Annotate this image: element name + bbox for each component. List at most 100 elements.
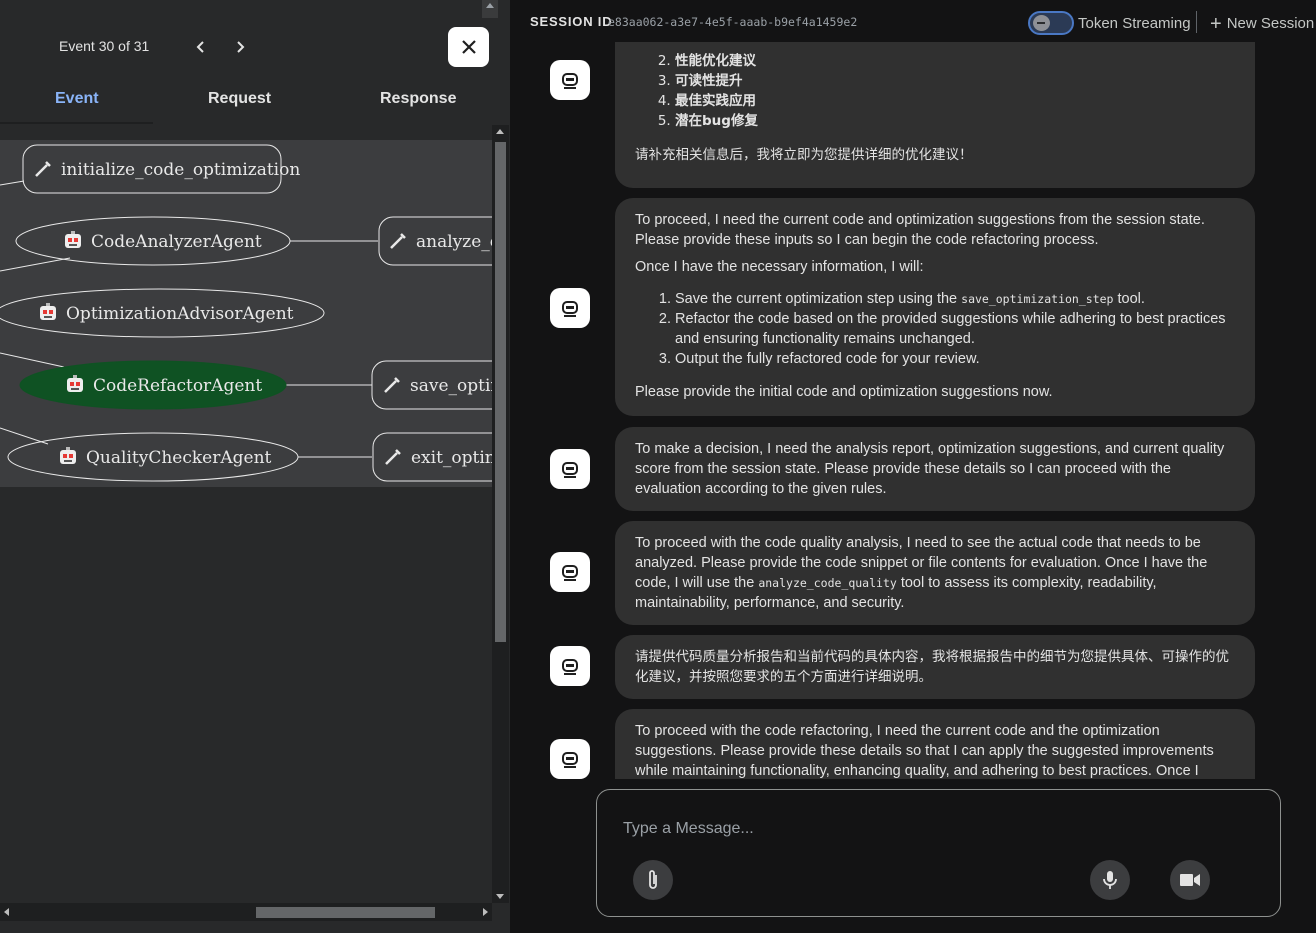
agent-graph: initialize_code_optimization CodeAnalyze… bbox=[0, 140, 492, 487]
bot-avatar bbox=[550, 60, 590, 100]
graph-node-exit[interactable]: exit_optim bbox=[372, 432, 492, 482]
graph-node-label: exit_optim bbox=[411, 448, 492, 468]
message-bubble: To proceed, I need the current code and … bbox=[615, 198, 1255, 416]
message-input[interactable]: Type a Message... bbox=[623, 820, 754, 838]
microphone-icon bbox=[1103, 871, 1117, 889]
graph-node-analyze[interactable]: analyze_c bbox=[378, 216, 492, 266]
message-list: 性能优化建议 可读性提升 最佳实践应用 潜在bug修复 请补充相关信息后，我将立… bbox=[510, 42, 1316, 779]
event-tabs: Event Request Response bbox=[0, 78, 510, 124]
chat-panel: SESSION ID e83aa062-a3e7-4e5f-aaab-b9ef4… bbox=[510, 0, 1316, 933]
graph-node-quality-checker[interactable]: QualityCheckerAgent bbox=[7, 432, 299, 482]
graph-node-label: OptimizationAdvisorAgent bbox=[66, 304, 294, 324]
token-streaming-toggle[interactable] bbox=[1028, 11, 1074, 35]
wrench-icon bbox=[35, 161, 51, 177]
message-bubble: 性能优化建议 可读性提升 最佳实践应用 潜在bug修复 请补充相关信息后，我将立… bbox=[615, 42, 1255, 188]
scroll-up-arrow[interactable] bbox=[496, 129, 504, 134]
graph-node-label: analyze_c bbox=[416, 232, 492, 252]
robot-icon bbox=[40, 303, 56, 320]
graph-edge bbox=[0, 180, 25, 186]
attach-button[interactable] bbox=[633, 860, 673, 900]
tab-event[interactable]: Event bbox=[55, 90, 99, 108]
graph-edge bbox=[0, 257, 71, 272]
event-counter: Event 30 of 31 bbox=[59, 38, 150, 54]
graph-vertical-scrollbar[interactable] bbox=[492, 125, 509, 903]
graph-node-code-analyzer[interactable]: CodeAnalyzerAgent bbox=[15, 216, 291, 266]
bot-icon bbox=[562, 659, 578, 675]
next-event-button[interactable] bbox=[229, 36, 251, 58]
bot-avatar bbox=[550, 288, 590, 328]
message-text: To make a decision, I need the analysis … bbox=[635, 441, 1225, 497]
bot-icon bbox=[562, 752, 578, 768]
bot-icon bbox=[562, 565, 578, 581]
top-scroll-arrow[interactable] bbox=[482, 0, 498, 18]
bot-avatar bbox=[550, 646, 590, 686]
scrollbar-thumb[interactable] bbox=[256, 907, 435, 918]
message-text: 请提供代码质量分析报告和当前代码的具体内容，我将根据报告中的细节为您提供具体、可… bbox=[635, 649, 1229, 685]
bot-icon bbox=[562, 462, 578, 478]
prev-event-button[interactable] bbox=[190, 36, 212, 58]
new-session-button[interactable]: + New Session bbox=[1210, 13, 1314, 36]
chevron-right-icon bbox=[237, 41, 245, 53]
paperclip-icon bbox=[649, 870, 657, 889]
session-id-value: e83aa062-a3e7-4e5f-aaab-b9ef4a1459e2 bbox=[608, 15, 858, 29]
message-bubble: To make a decision, I need the analysis … bbox=[615, 427, 1255, 511]
list-item: 可读性提升 bbox=[675, 71, 1235, 91]
wrench-icon bbox=[390, 233, 406, 249]
message-bubble: To proceed with the code refactoring, I … bbox=[615, 709, 1255, 779]
toggle-off-icon bbox=[1037, 22, 1045, 24]
video-button[interactable] bbox=[1170, 860, 1210, 900]
token-streaming-label: Token Streaming bbox=[1078, 15, 1191, 32]
wrench-icon bbox=[385, 449, 401, 465]
message-text: Once I have the necessary information, I… bbox=[635, 259, 924, 275]
graph-node-initialize[interactable]: initialize_code_optimization bbox=[22, 144, 300, 194]
list-item: Refactor the code based on the provided … bbox=[675, 309, 1235, 349]
graph-node-label: CodeRefactorAgent bbox=[93, 376, 262, 396]
message-bubble: To proceed with the code quality analysi… bbox=[615, 521, 1255, 625]
graph-node-label: initialize_code_optimization bbox=[61, 160, 300, 180]
message-text: To proceed with the code refactoring, I … bbox=[635, 723, 1214, 779]
tab-request[interactable]: Request bbox=[208, 90, 271, 108]
microphone-button[interactable] bbox=[1090, 860, 1130, 900]
bot-icon bbox=[562, 301, 578, 317]
bot-avatar bbox=[550, 449, 590, 489]
event-panel: Event 30 of 31 Event Request Response in… bbox=[0, 0, 510, 933]
bot-avatar bbox=[550, 739, 590, 779]
graph-node-label: save_optim bbox=[410, 376, 492, 396]
list-item: Output the fully refactored code for you… bbox=[675, 349, 1235, 369]
header-divider bbox=[1196, 11, 1197, 33]
graph-horizontal-scrollbar[interactable] bbox=[0, 903, 492, 921]
scroll-left-arrow[interactable] bbox=[4, 908, 9, 916]
graph-edge bbox=[0, 352, 65, 368]
session-id-label: SESSION ID bbox=[530, 14, 613, 29]
graph-node-save[interactable]: save_optim bbox=[371, 360, 492, 410]
graph-node-label: CodeAnalyzerAgent bbox=[91, 232, 262, 252]
scrollbar-thumb[interactable] bbox=[495, 142, 506, 642]
scroll-right-arrow[interactable] bbox=[483, 908, 488, 916]
graph-node-optimization-advisor[interactable]: OptimizationAdvisorAgent bbox=[0, 288, 325, 338]
close-button[interactable] bbox=[448, 27, 489, 67]
new-session-label: New Session bbox=[1226, 15, 1315, 32]
close-icon bbox=[461, 40, 476, 54]
list-item: 潜在bug修复 bbox=[675, 111, 1235, 131]
robot-icon bbox=[65, 231, 81, 248]
scroll-down-arrow[interactable] bbox=[496, 894, 504, 899]
message-text: Please provide the initial code and opti… bbox=[635, 384, 1053, 400]
robot-icon bbox=[60, 447, 76, 464]
bot-icon bbox=[562, 73, 578, 89]
message-bubble: 请提供代码质量分析报告和当前代码的具体内容，我将根据报告中的细节为您提供具体、可… bbox=[615, 635, 1255, 699]
message-text: To proceed with the code quality analysi… bbox=[635, 535, 1208, 611]
wrench-icon bbox=[384, 377, 400, 393]
message-text: 请补充相关信息后，我将立即为您提供详细的优化建议！ bbox=[635, 147, 973, 163]
list-item: 性能优化建议 bbox=[675, 51, 1235, 71]
plus-icon: + bbox=[1210, 13, 1222, 35]
message-text: To proceed, I need the current code and … bbox=[635, 212, 1205, 248]
video-camera-icon bbox=[1180, 874, 1200, 886]
bot-avatar bbox=[550, 552, 590, 592]
list-item: 最佳实践应用 bbox=[675, 91, 1235, 111]
chevron-left-icon bbox=[196, 41, 204, 53]
graph-node-code-refactor[interactable]: CodeRefactorAgent bbox=[19, 360, 287, 410]
list-item: Save the current optimization step using… bbox=[675, 289, 1235, 309]
message-composer: Type a Message... bbox=[596, 789, 1281, 917]
graph-node-label: QualityCheckerAgent bbox=[86, 448, 272, 468]
tab-response[interactable]: Response bbox=[380, 90, 456, 108]
